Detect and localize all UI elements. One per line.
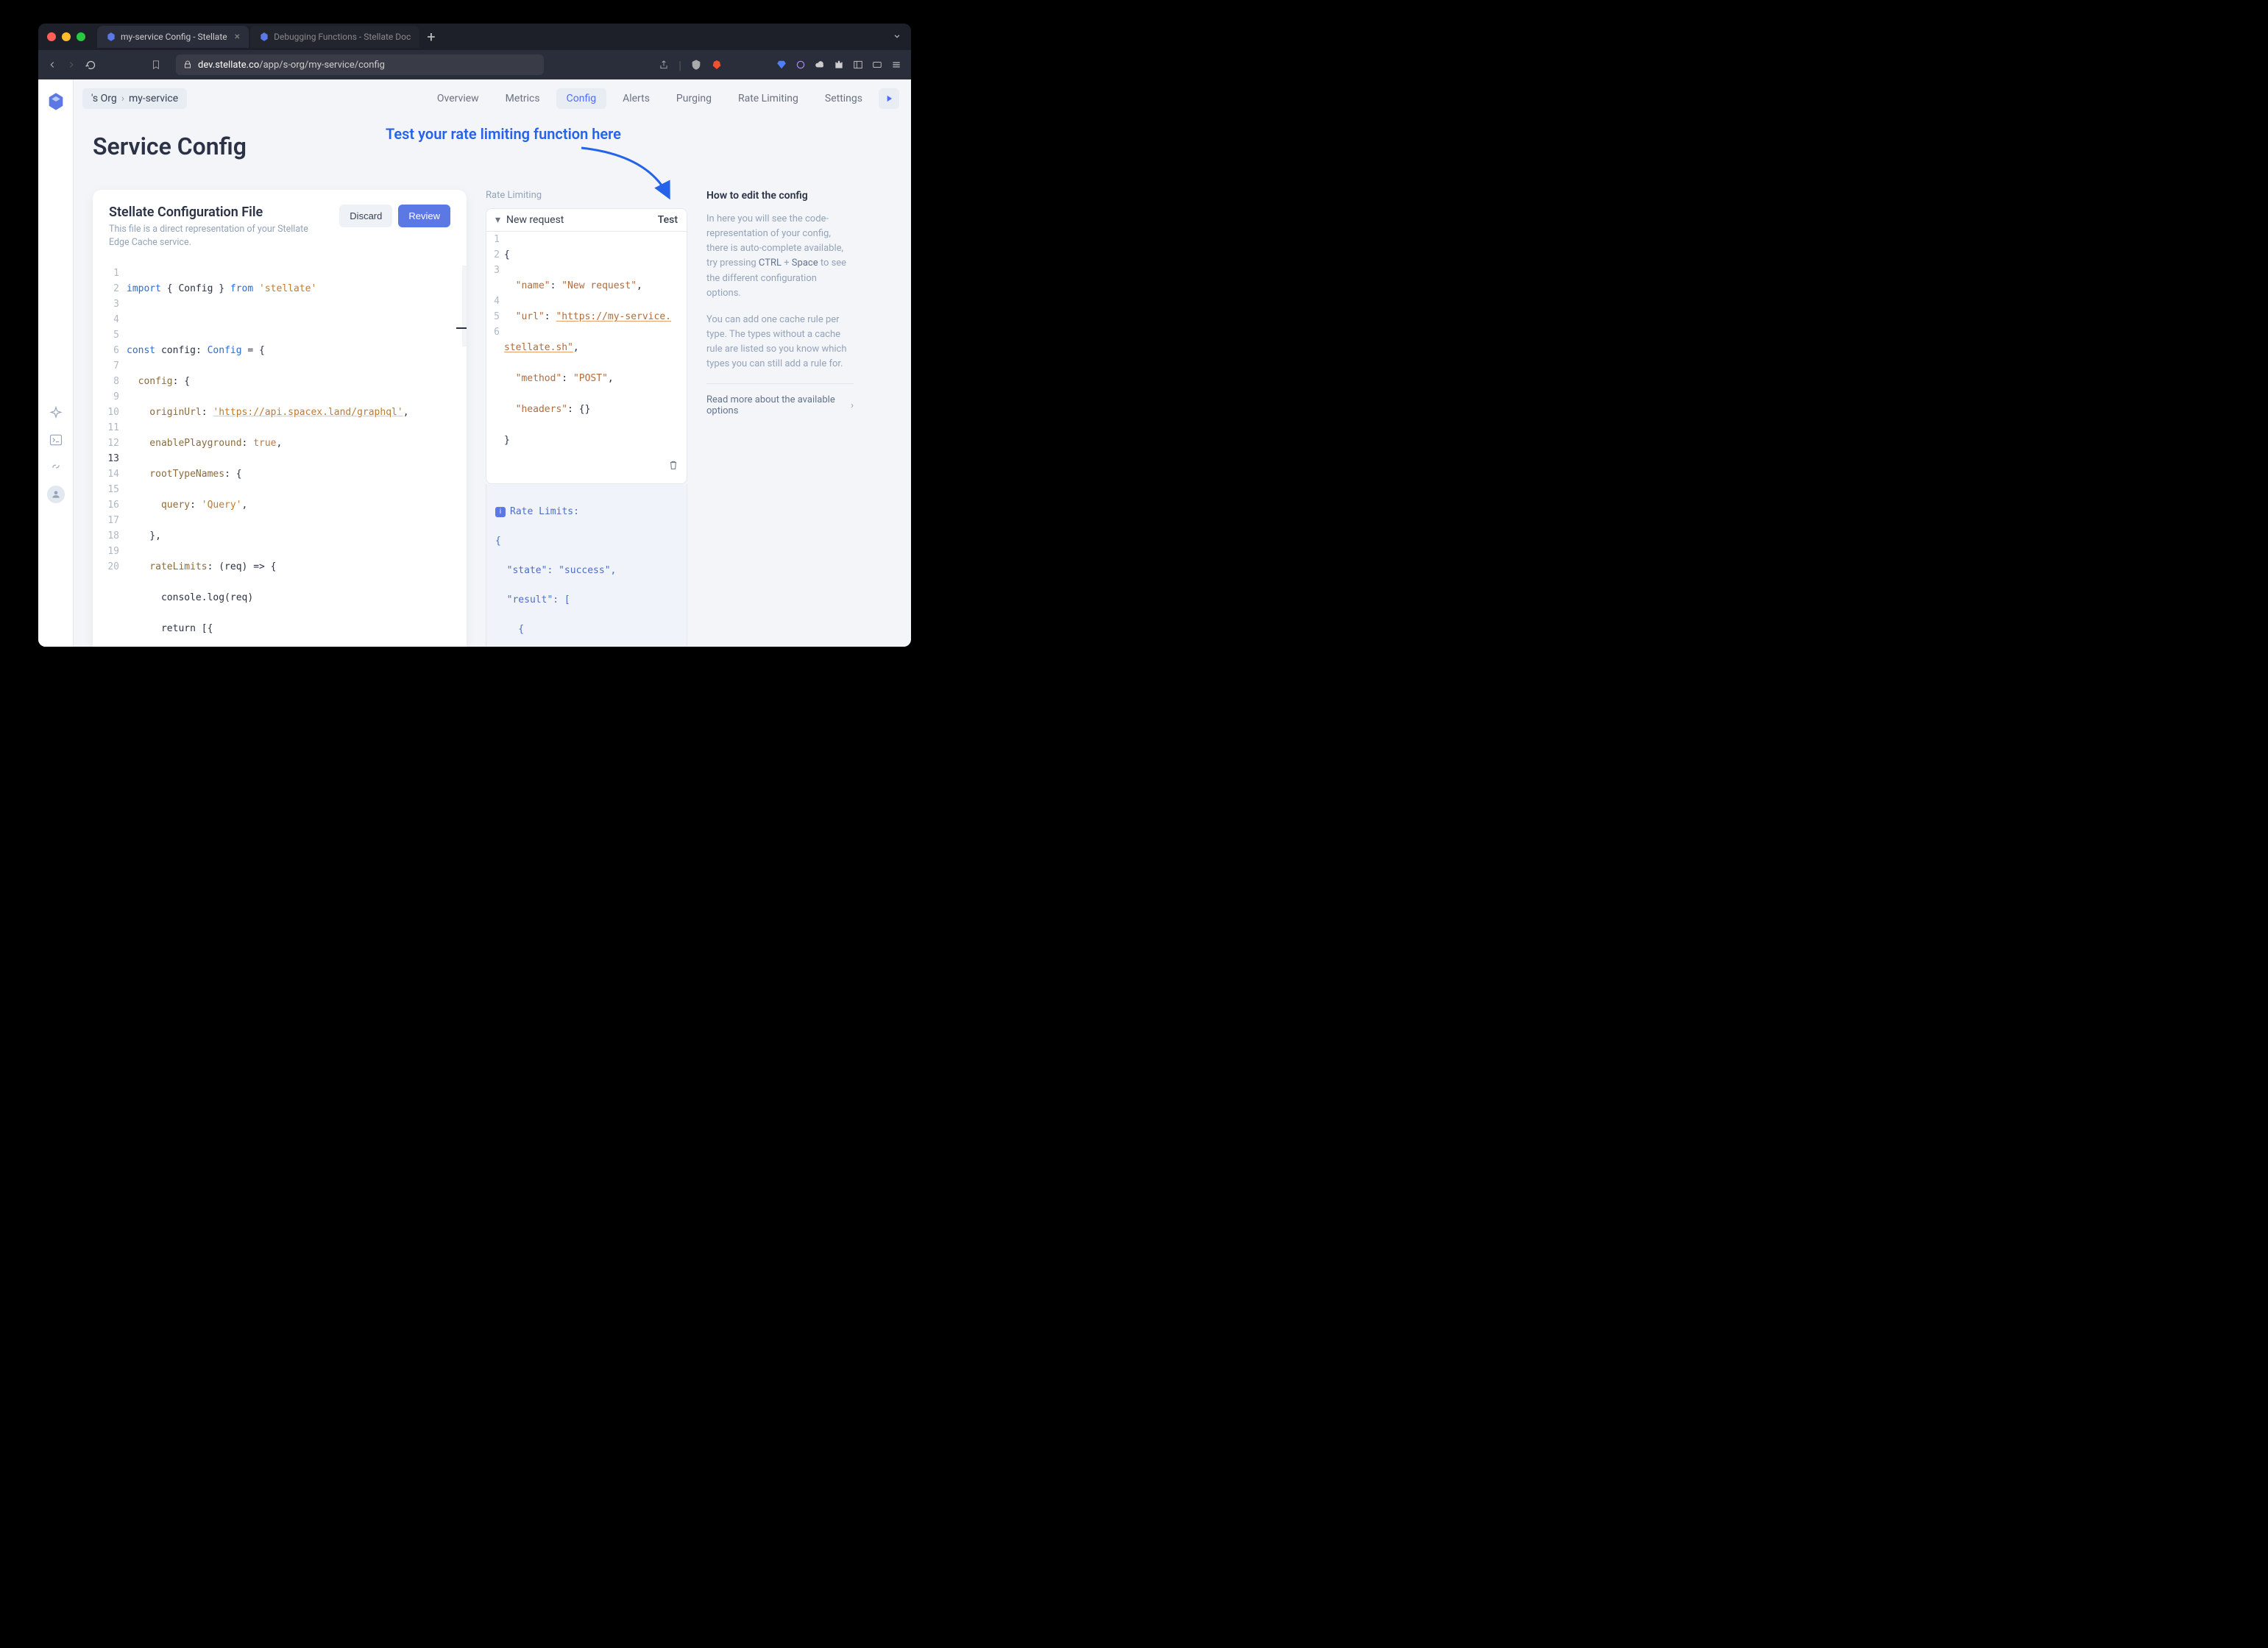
url-right-icons: | bbox=[658, 58, 902, 72]
urlbar: dev.stellate.co/app/s-org/my-service/con… bbox=[38, 50, 911, 79]
tab-label: my-service Config - Stellate bbox=[121, 32, 227, 42]
minimize-window[interactable] bbox=[62, 32, 71, 41]
discard-button[interactable]: Discard bbox=[339, 205, 392, 227]
middle-column: Rate Limiting ▾ New request Test 123 456… bbox=[486, 190, 687, 647]
config-card: Stellate Configuration File This file is… bbox=[93, 190, 467, 647]
wallet-icon[interactable] bbox=[871, 59, 883, 71]
info-icon: i bbox=[495, 507, 506, 517]
brave-icon[interactable] bbox=[711, 59, 723, 71]
window-expand-icon[interactable] bbox=[892, 30, 902, 44]
request-header: ▾ New request Test bbox=[486, 209, 687, 232]
chevron-down-icon[interactable]: ▾ bbox=[495, 214, 500, 226]
review-button[interactable]: Review bbox=[398, 205, 450, 227]
nav-settings[interactable]: Settings bbox=[815, 88, 873, 109]
code-editor[interactable]: 1234567891011121314151617181920 import {… bbox=[93, 266, 467, 647]
cloud-icon[interactable] bbox=[814, 59, 826, 71]
result-panel[interactable]: iRate Limits: { "state": "success", "res… bbox=[486, 484, 687, 647]
arrow-icon bbox=[574, 144, 677, 210]
new-tab-button[interactable]: + bbox=[427, 28, 435, 46]
annotation-text: Test your rate limiting function here bbox=[386, 125, 621, 143]
lock-icon bbox=[183, 60, 192, 69]
share-icon[interactable] bbox=[658, 59, 670, 71]
shield-icon[interactable] bbox=[690, 59, 702, 71]
nav-purging[interactable]: Purging bbox=[666, 88, 722, 109]
main-app: 's Org › my-service Overview Metrics Con… bbox=[74, 79, 911, 647]
close-window[interactable] bbox=[47, 32, 56, 41]
stellate-icon bbox=[106, 32, 116, 42]
breadcrumb-org: 's Org bbox=[91, 93, 117, 104]
stellate-logo[interactable] bbox=[46, 91, 66, 112]
nav-rate-limiting[interactable]: Rate Limiting bbox=[728, 88, 809, 109]
browser-window: my-service Config - Stellate × Debugging… bbox=[38, 24, 911, 647]
titlebar: my-service Config - Stellate × Debugging… bbox=[38, 24, 911, 50]
back-icon[interactable] bbox=[47, 60, 57, 70]
url-field[interactable]: dev.stellate.co/app/s-org/my-service/con… bbox=[176, 54, 544, 75]
read-more-link[interactable]: Read more about the available options › bbox=[706, 383, 854, 416]
terminal-icon[interactable] bbox=[49, 433, 63, 447]
trash-icon[interactable] bbox=[667, 459, 679, 476]
stellate-icon bbox=[259, 32, 269, 42]
forward-icon bbox=[66, 60, 77, 70]
maximize-window[interactable] bbox=[77, 32, 85, 41]
request-json-editor[interactable]: 123 456 { "name": "New request", "url": … bbox=[486, 232, 687, 483]
left-rail bbox=[38, 79, 74, 647]
minimap[interactable] bbox=[462, 266, 467, 347]
content: Service Config Test your rate limiting f… bbox=[74, 118, 911, 647]
whirl-icon[interactable] bbox=[795, 59, 807, 71]
side-heading: How to edit the config bbox=[706, 190, 854, 202]
sparkle-icon[interactable] bbox=[49, 406, 63, 421]
gem-icon[interactable] bbox=[776, 59, 787, 71]
side-para-2: You can add one cache rule per type. The… bbox=[706, 313, 854, 372]
nav-overview[interactable]: Overview bbox=[427, 88, 489, 109]
reload-icon[interactable] bbox=[85, 60, 96, 71]
close-icon[interactable]: × bbox=[235, 31, 240, 43]
puzzle-icon[interactable] bbox=[833, 59, 845, 71]
user-avatar[interactable] bbox=[47, 486, 65, 503]
json-line-numbers: 123 456 bbox=[486, 232, 504, 479]
top-nav: 's Org › my-service Overview Metrics Con… bbox=[74, 79, 911, 118]
request-name[interactable]: New request bbox=[506, 214, 658, 226]
line-numbers: 1234567891011121314151617181920 bbox=[93, 266, 127, 647]
request-panel: ▾ New request Test 123 456 { "name": "Ne… bbox=[486, 208, 687, 484]
chevron-right-icon: › bbox=[121, 93, 124, 104]
side-para-1: In here you will see the code-representa… bbox=[706, 212, 854, 301]
nav-metrics[interactable]: Metrics bbox=[495, 88, 550, 109]
nav-config[interactable]: Config bbox=[556, 88, 606, 109]
url-text: dev.stellate.co/app/s-org/my-service/con… bbox=[198, 60, 385, 71]
tabs: my-service Config - Stellate × Debugging… bbox=[97, 26, 892, 48]
breadcrumb[interactable]: 's Org › my-service bbox=[82, 88, 187, 109]
tab-label: Debugging Functions - Stellate Doc bbox=[274, 32, 411, 42]
bookmark-icon[interactable] bbox=[151, 60, 161, 70]
code-body[interactable]: import { Config } from 'stellate' const … bbox=[127, 266, 467, 647]
card-title: Stellate Configuration File bbox=[109, 205, 322, 220]
chevron-right-icon: › bbox=[851, 400, 854, 411]
card-subtitle: This file is a direct representation of … bbox=[109, 223, 322, 249]
breadcrumb-service: my-service bbox=[129, 93, 178, 104]
play-button[interactable] bbox=[879, 88, 899, 109]
nav-items: Overview Metrics Config Alerts Purging R… bbox=[427, 88, 899, 109]
test-button[interactable]: Test bbox=[658, 214, 678, 226]
traffic-lights bbox=[47, 32, 85, 41]
read-more-label: Read more about the available options bbox=[706, 394, 851, 416]
help-sidebar: How to edit the config In here you will … bbox=[706, 190, 854, 647]
nav-alerts[interactable]: Alerts bbox=[612, 88, 660, 109]
sidebar-icon[interactable] bbox=[852, 59, 864, 71]
minimap-mark bbox=[456, 327, 467, 329]
tab-1[interactable]: Debugging Functions - Stellate Doc bbox=[250, 26, 419, 48]
app-frame: 's Org › my-service Overview Metrics Con… bbox=[38, 79, 911, 647]
menu-icon[interactable] bbox=[890, 59, 902, 71]
feedback-icon[interactable] bbox=[49, 459, 63, 474]
tab-0[interactable]: my-service Config - Stellate × bbox=[97, 26, 249, 48]
